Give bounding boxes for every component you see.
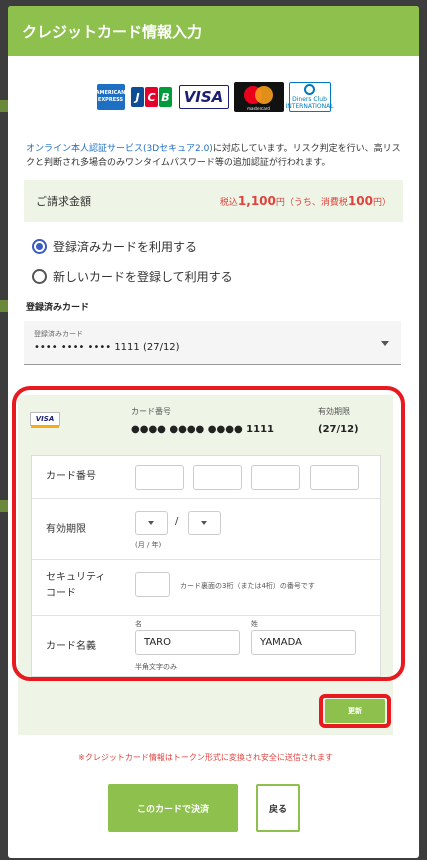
diners-logo: Diners Club INTERNATIONAL bbox=[285, 82, 334, 112]
visa-logo: VISA bbox=[178, 85, 229, 109]
back-button[interactable]: 戻る bbox=[256, 784, 300, 832]
3ds-notice: オンライン本人認証サービス(3Dセキュア2.0)に対応しています。リスク判定を行… bbox=[26, 144, 401, 168]
saved-card-select[interactable]: 登録済みカード •••• •••• •••• 1111 (27/12) bbox=[24, 321, 401, 365]
radio-unselected-icon[interactable] bbox=[32, 268, 47, 284]
modal-title: クレジットカード情報入力 bbox=[8, 6, 419, 56]
pay-with-card-button[interactable]: このカードで決済 bbox=[108, 784, 238, 832]
saved-card-section-title: 登録済みカード bbox=[26, 303, 90, 313]
3ds-link[interactable]: オンライン本人認証サービス(3Dセキュア2.0) bbox=[26, 144, 213, 154]
amount-label: ご請求金額 bbox=[36, 195, 91, 208]
card-brand-logos: AMERICAN EXPRESS J C B VISA mastercard D… bbox=[8, 82, 419, 112]
amount-value: 税込1,100円（うち、消費税100円） bbox=[219, 194, 391, 208]
billing-amount-box: ご請求金額 税込1,100円（うち、消費税100円） bbox=[24, 180, 403, 222]
amex-logo: AMERICAN EXPRESS bbox=[96, 84, 125, 110]
radio-use-saved-card[interactable]: 登録済みカードを利用する bbox=[32, 236, 419, 256]
highlight-outline-card-form bbox=[12, 386, 405, 681]
mastercard-logo: mastercard bbox=[233, 82, 284, 112]
update-button[interactable]: 更新 bbox=[325, 699, 385, 723]
radio-register-new-card[interactable]: 新しいカードを登録して利用する bbox=[32, 266, 419, 286]
radio-selected-icon[interactable] bbox=[32, 238, 47, 254]
chevron-down-icon bbox=[381, 341, 389, 346]
jcb-logo: J C B bbox=[130, 82, 174, 112]
token-security-notice: ※クレジットカード情報はトークン形式に変換され安全に送信されます bbox=[78, 753, 333, 762]
